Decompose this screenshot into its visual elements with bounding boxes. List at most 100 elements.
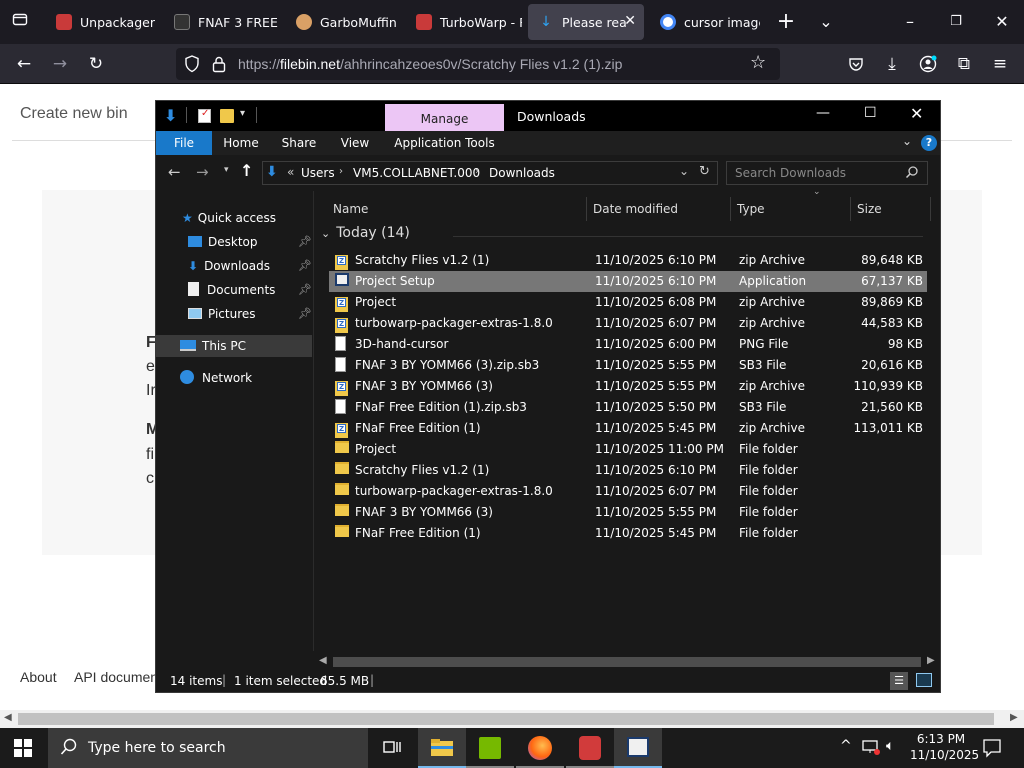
file-row[interactable]: FNAF 3 BY YOMM66 (3).zip.sb3 11/10/2025 5… <box>329 355 927 376</box>
column-type[interactable]: Type <box>731 197 851 221</box>
breadcrumb-overflow[interactable]: « <box>287 165 294 179</box>
group-header-today[interactable]: ⌄ Today (14) <box>321 225 410 241</box>
tab-application-tools[interactable]: Application Tools <box>385 131 504 155</box>
address-dropdown-icon[interactable]: ⌄ <box>679 164 689 178</box>
tab-overview-icon[interactable] <box>6 8 34 36</box>
file-row[interactable]: turbowarp-packager-extras-1.8.0 11/10/202… <box>329 481 927 502</box>
tab-cursor-image[interactable]: cursor image 3 <box>650 4 760 40</box>
pin-icon[interactable]: 📌︎ <box>298 303 312 325</box>
task-view-icon[interactable] <box>368 728 416 768</box>
show-hidden-icons-icon[interactable]: ^ <box>840 738 852 754</box>
bookmark-star-icon[interactable]: ☆ <box>750 52 766 73</box>
scroll-left-icon[interactable]: ◀ <box>319 655 327 666</box>
tab-unpackager[interactable]: Unpackager fo <box>46 4 158 40</box>
close-icon[interactable]: ✕ <box>910 104 923 123</box>
close-tab-icon[interactable]: ✕ <box>624 13 636 29</box>
minimize-window-icon[interactable]: – <box>896 8 924 36</box>
url-bar[interactable]: https://filebin.net/ahhrincahzeoes0v/Scr… <box>176 48 780 80</box>
breadcrumb-users[interactable]: Users <box>301 166 335 180</box>
file-row[interactable]: Z FNAF 3 BY YOMM66 (3) 11/10/2025 5:55 PM z… <box>329 376 927 397</box>
up-arrow-icon[interactable]: ↑ <box>240 161 253 180</box>
help-icon[interactable]: ? <box>921 135 937 151</box>
pin-icon[interactable]: 📌︎ <box>298 255 312 277</box>
footer-api-link[interactable]: API documen <box>74 669 158 685</box>
scrollbar-thumb[interactable] <box>18 713 994 725</box>
minimize-icon[interactable]: — <box>816 105 830 121</box>
file-row[interactable]: Zturbowarp-packager-extras-1.8.0 11/10/20… <box>329 313 927 334</box>
nav-desktop[interactable]: Desktop 📌︎ <box>188 231 312 253</box>
back-button[interactable]: ← <box>8 48 40 80</box>
back-arrow-icon[interactable]: ← <box>168 163 181 181</box>
breadcrumb-downloads[interactable]: Downloads <box>489 166 555 180</box>
file-row[interactable]: FNaF Free Edition (1) 11/10/2025 5:45 PM F… <box>329 523 927 544</box>
network-status-icon[interactable] <box>862 739 880 758</box>
footer-about-link[interactable]: About <box>20 669 57 685</box>
taskbar-search-box[interactable]: Type here to search <box>48 728 368 768</box>
file-row[interactable]: Z Scratchy Flies v1.2 (1) 11/10/2025 6:10 … <box>329 250 927 271</box>
system-clock[interactable]: 6:13 PM 11/10/2025 <box>910 731 979 763</box>
file-row[interactable]: FNaF Free Edition (1).zip.sb3 11/10/2025 … <box>329 397 927 418</box>
windows-start-icon[interactable] <box>14 739 32 760</box>
volume-muted-icon[interactable]: 🔈︎ <box>886 738 894 754</box>
pin-icon[interactable]: 📌︎ <box>298 231 312 253</box>
file-row[interactable]: Project Setup 11/10/2025 6:10 PM Applicati… <box>329 271 927 292</box>
horizontal-scrollbar[interactable]: ◀ ▶ <box>315 654 940 670</box>
nav-quick-access[interactable]: ★ Quick access <box>182 207 276 229</box>
close-window-icon[interactable]: ✕ <box>988 8 1016 36</box>
details-view-icon[interactable]: ☰ <box>890 672 908 690</box>
forward-arrow-icon[interactable]: → <box>196 163 209 181</box>
nav-documents[interactable]: Documents 📌︎ <box>188 279 312 301</box>
file-row[interactable]: Z FNaF Free Edition (1) 11/10/2025 5:45 PM… <box>329 418 927 439</box>
scroll-right-icon[interactable]: ▶ <box>1010 712 1018 723</box>
tab-share[interactable]: Share <box>278 131 320 155</box>
url-text[interactable]: https://filebin.net/ahhrincahzeoes0v/Scr… <box>238 56 622 72</box>
tab-turbowarp[interactable]: TurboWarp - R <box>406 4 522 40</box>
create-new-bin-link[interactable]: Create new bin <box>20 105 128 123</box>
tracking-protection-icon[interactable] <box>184 55 200 76</box>
breadcrumb-user-folder[interactable]: VM5.COLLABNET.000 <box>353 166 480 180</box>
tab-fnaf3[interactable]: FNAF 3 FREE (I <box>164 4 280 40</box>
forward-button[interactable]: → <box>44 48 76 80</box>
nav-this-pc[interactable]: This PC <box>156 335 312 357</box>
properties-checkmark-icon[interactable]: ✓ <box>198 108 211 123</box>
tab-please-read[interactable]: ↓ Please rea ✕ <box>528 4 644 40</box>
explorer-title-bar[interactable]: ⬇ ✓ ▾ Manage Downloads — ☐ ✕ <box>156 101 940 131</box>
address-bar[interactable]: ⬇ « Users › VM5.COLLABNET.000 › Download… <box>262 161 718 185</box>
file-row[interactable]: Z Project 11/10/2025 6:08 PM zip Archive 89,… <box>329 292 927 313</box>
extensions-icon[interactable]: ⧉ <box>948 48 980 80</box>
scroll-left-icon[interactable]: ◀ <box>4 712 12 723</box>
file-row[interactable]: FNAF 3 BY YOMM66 (3) 11/10/2025 5:55 PM Fi… <box>329 502 927 523</box>
file-row[interactable]: Project 11/10/2025 11:00 PM File folder <box>329 439 927 460</box>
column-date-modified[interactable]: Date modified <box>587 197 731 221</box>
manage-contextual-tab[interactable]: Manage <box>385 104 504 131</box>
lock-icon[interactable] <box>212 55 226 76</box>
search-box[interactable]: Search Downloads <box>726 161 928 185</box>
column-size[interactable]: Size <box>851 197 931 221</box>
recent-locations-icon[interactable]: ▾ <box>224 165 229 175</box>
nav-network[interactable]: Network <box>180 367 252 389</box>
column-name[interactable]: Name <box>327 197 587 221</box>
large-icons-view-icon[interactable] <box>916 673 932 687</box>
maximize-icon[interactable]: ☐ <box>864 105 877 121</box>
file-row[interactable]: 3D-hand-cursor 11/10/2025 6:00 PM PNG File… <box>329 334 927 355</box>
restore-window-icon[interactable]: ❐ <box>942 8 970 36</box>
nav-pictures[interactable]: Pictures 📌︎ <box>188 303 312 325</box>
page-horizontal-scrollbar[interactable]: ◀ ▶ <box>0 710 1024 728</box>
tab-garbomuffin[interactable]: GarboMuffin o <box>286 4 400 40</box>
nav-downloads[interactable]: ⬇ Downloads 📌︎ <box>188 255 312 277</box>
new-tab-button[interactable]: + <box>772 8 800 36</box>
refresh-icon[interactable]: ↻ <box>699 164 710 179</box>
file-row[interactable]: Scratchy Flies v1.2 (1) 11/10/2025 6:10 P… <box>329 460 927 481</box>
account-icon[interactable] <box>912 48 944 80</box>
pin-icon[interactable]: 📌︎ <box>298 279 312 301</box>
installer-app-icon[interactable] <box>614 728 662 768</box>
nvidia-app-icon[interactable] <box>466 728 514 768</box>
reload-button[interactable]: ↻ <box>80 48 112 80</box>
scrollbar-thumb[interactable] <box>333 657 921 667</box>
downloads-icon[interactable]: ⤓ <box>876 48 908 80</box>
quick-access-toolbar-dropdown-icon[interactable]: ▾ <box>240 108 245 119</box>
notifications-icon[interactable] <box>982 738 1002 761</box>
tab-file[interactable]: File <box>156 131 212 155</box>
app-menu-icon[interactable]: ≡ <box>984 48 1016 80</box>
file-explorer-taskbar-icon[interactable] <box>418 728 466 768</box>
